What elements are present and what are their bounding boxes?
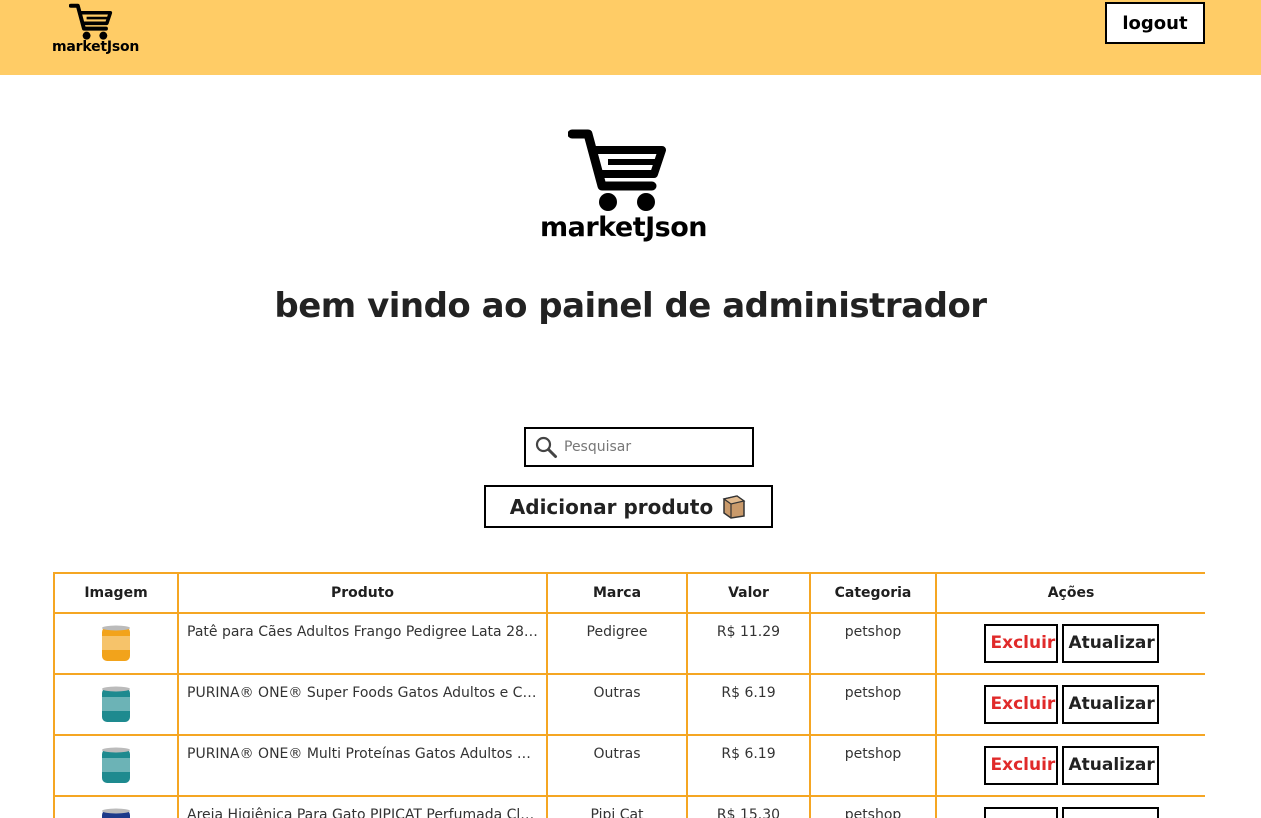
- product-image: [102, 808, 130, 818]
- update-button[interactable]: Atualizar: [1061, 685, 1159, 724]
- page-title: bem vindo ao painel de administrador: [274, 286, 987, 326]
- product-image-cell: [53, 795, 179, 818]
- product-price: R$ 11.29: [686, 612, 811, 675]
- shopping-cart-icon: [568, 129, 666, 211]
- product-name: PURINA® ONE® Super Foods Gatos Adultos e…: [177, 673, 548, 736]
- header-logo[interactable]: marketJson: [52, 3, 144, 57]
- product-price: R$ 6.19: [686, 673, 811, 736]
- product-name: Patê para Cães Adultos Frango Pedigree L…: [177, 612, 548, 675]
- products-table: Imagem Produto Marca Valor Categoria Açõ…: [53, 572, 1205, 818]
- product-actions: ExcluirAtualizar: [935, 612, 1205, 675]
- search-box[interactable]: [524, 427, 754, 467]
- column-header-marca: Marca: [546, 572, 688, 614]
- table-header-row: Imagem Produto Marca Valor Categoria Açõ…: [53, 572, 1205, 614]
- table-row: Areia Higiênica Para Gato PIPICAT Perfum…: [53, 795, 1205, 818]
- product-actions: ExcluirAtualizar: [935, 734, 1205, 797]
- update-button[interactable]: Atualizar: [1061, 624, 1159, 663]
- package-box-icon: [722, 494, 746, 519]
- column-header-produto: Produto: [177, 572, 548, 614]
- top-header: marketJson logout: [0, 0, 1261, 75]
- hero-brand-name: marketJson: [540, 212, 708, 243]
- search-input[interactable]: [564, 439, 744, 455]
- product-price: R$ 6.19: [686, 734, 811, 797]
- table-row: Patê para Cães Adultos Frango Pedigree L…: [53, 612, 1205, 675]
- delete-button[interactable]: Excluir: [983, 807, 1058, 818]
- product-name: PURINA® ONE® Multi Proteínas Gatos Adult…: [177, 734, 548, 797]
- hero-logo: marketJson: [530, 128, 730, 243]
- delete-button[interactable]: Excluir: [983, 746, 1058, 785]
- header-brand-name: marketJson: [52, 39, 140, 55]
- table-row: PURINA® ONE® Multi Proteínas Gatos Adult…: [53, 734, 1205, 797]
- product-actions: ExcluirAtualizar: [935, 673, 1205, 736]
- logout-button[interactable]: logout: [1105, 2, 1205, 44]
- product-image-cell: [53, 612, 179, 675]
- product-category: petshop: [809, 612, 937, 675]
- product-brand: Pipi Cat: [546, 795, 688, 818]
- delete-button[interactable]: Excluir: [983, 685, 1058, 724]
- column-header-acoes: Ações: [935, 572, 1205, 614]
- update-button[interactable]: Atualizar: [1061, 746, 1159, 785]
- shopping-cart-icon: [69, 3, 113, 40]
- product-brand: Outras: [546, 734, 688, 797]
- column-header-imagem: Imagem: [53, 572, 179, 614]
- add-product-button[interactable]: Adicionar produto: [484, 485, 773, 528]
- product-category: petshop: [809, 673, 937, 736]
- column-header-categoria: Categoria: [809, 572, 937, 614]
- product-image-cell: [53, 734, 179, 797]
- product-actions: ExcluirAtualizar: [935, 795, 1205, 818]
- product-brand: Outras: [546, 673, 688, 736]
- product-name: Areia Higiênica Para Gato PIPICAT Perfum…: [177, 795, 548, 818]
- product-brand: Pedigree: [546, 612, 688, 675]
- search-icon: [535, 436, 557, 458]
- product-image: [102, 747, 130, 783]
- delete-button[interactable]: Excluir: [983, 624, 1058, 663]
- table-row: PURINA® ONE® Super Foods Gatos Adultos e…: [53, 673, 1205, 736]
- product-category: petshop: [809, 734, 937, 797]
- product-image: [102, 686, 130, 722]
- product-price: R$ 15.30: [686, 795, 811, 818]
- update-button[interactable]: Atualizar: [1061, 807, 1159, 818]
- product-image-cell: [53, 673, 179, 736]
- product-category: petshop: [809, 795, 937, 818]
- add-product-label: Adicionar produto: [509, 494, 714, 519]
- column-header-valor: Valor: [686, 572, 811, 614]
- product-image: [102, 625, 130, 661]
